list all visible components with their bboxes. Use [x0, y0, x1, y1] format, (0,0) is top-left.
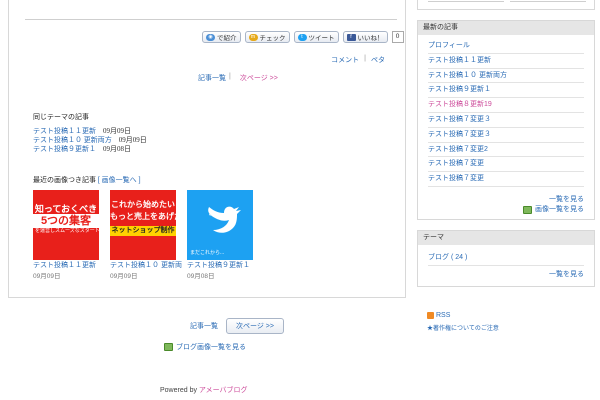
entry-date: 09月09日	[103, 127, 131, 135]
entry-date: 09月08日	[103, 145, 131, 153]
thumbnail-card[interactable]: これから始めたい もっと売上をあげた ネットショップ制作 テスト投稿１０ 更新両…	[110, 190, 182, 280]
list-item: テスト投稿１１更新 09月09日	[33, 127, 147, 136]
same-theme-heading: 同じテーマの記事	[33, 113, 89, 121]
main-content-panel: ◉ で紹介 m チェック t ツイート f いいね！ 0 コメント | ペタ 記…	[8, 0, 406, 298]
latest-articles-box: 最新の記事 プロフィール テスト投稿１１更新 テスト投稿１０ 更新両方 テスト投…	[417, 20, 595, 220]
thumbnail-overlay-sub: もっと売上をあげた	[110, 212, 176, 221]
entry-meta-links: コメント | ペタ	[331, 55, 385, 65]
check-icon: m	[248, 33, 258, 41]
divider	[510, 0, 586, 2]
latest-articles-links: 一覧を見る 画像一覧を見る	[418, 187, 594, 219]
sidebar-entry[interactable]: テスト投稿７変更３	[428, 113, 584, 128]
peta-link[interactable]: ペタ	[371, 55, 385, 65]
eye-icon: ◉	[206, 33, 215, 41]
ameba-blog-link[interactable]: アメーバブログ	[199, 387, 248, 394]
introduce-button[interactable]: ◉ で紹介	[202, 31, 241, 43]
recent-images-title: 最近の画像つき記事	[33, 176, 96, 184]
image-list-link[interactable]: [ 画像一覧へ ]	[98, 177, 141, 184]
thumbnail-caption[interactable]: テスト投稿１０ 更新両	[110, 262, 182, 270]
see-images-link[interactable]: 画像一覧を見る	[535, 205, 584, 215]
thumbnail-image[interactable]: まだこれから...	[187, 190, 253, 260]
powered-by: Powered by アメーバブログ	[160, 385, 248, 395]
theme-entry-link[interactable]: テスト投稿１０ 更新両方	[33, 136, 112, 145]
theme-entry-link[interactable]: テスト投稿１１更新	[33, 127, 96, 136]
thumbnail-date: 09月09日	[110, 273, 138, 280]
comment-link[interactable]: コメント	[331, 55, 359, 65]
sidebar-entry[interactable]: テスト投稿１１更新	[428, 54, 584, 69]
sidebar-entry[interactable]: テスト投稿７変更３	[428, 128, 584, 143]
rss-link[interactable]: RSS	[427, 312, 450, 319]
tweet-button[interactable]: t ツイート	[293, 31, 339, 43]
divider	[428, 0, 504, 2]
pager-bottom: 記事一覧 次ページ >>	[190, 318, 284, 334]
next-page-link[interactable]: 次ページ >>	[240, 73, 278, 83]
image-thumbnails: 知っておくべき 5つの集客 を運営しスムーズなスタートアッ テスト投稿１１更新 …	[33, 190, 253, 280]
twitter-bird-icon: t	[297, 33, 307, 41]
thumbnail-image[interactable]: これから始めたい もっと売上をあげた ネットショップ制作	[110, 190, 176, 260]
powered-prefix: Powered by	[160, 387, 197, 394]
theme-list: ブログ ( 24 )	[418, 245, 594, 266]
theme-entry-link[interactable]: テスト投稿９更新１	[33, 145, 96, 154]
recent-images-heading: 最近の画像つき記事 [ 画像一覧へ ]	[33, 175, 141, 185]
thumbnail-image[interactable]: 知っておくべき 5つの集客 を運営しスムーズなスタートアッ	[33, 190, 99, 260]
introduce-label: で紹介	[217, 35, 237, 42]
thumbnail-date: 09月08日	[187, 273, 215, 280]
thumbnail-overlay-band: ネットショップ制作	[110, 226, 176, 236]
thumbnail-card[interactable]: まだこれから... テスト投稿９更新１ 09月08日	[187, 190, 253, 280]
rss-icon	[427, 312, 434, 319]
image-list-row: 画像一覧を見る	[418, 205, 584, 215]
article-list-link[interactable]: 記事一覧	[190, 321, 218, 331]
thumbnail-date: 09月09日	[33, 273, 61, 280]
blog-images-link[interactable]: ブログ画像一覧を見る	[164, 342, 246, 352]
separator: |	[364, 55, 366, 62]
copyright-notice-link[interactable]: ★著作権についてのご注意	[427, 323, 499, 332]
share-bar: ◉ で紹介 m チェック t ツイート f いいね！ 0	[202, 31, 404, 43]
sidebar-entry[interactable]: テスト投稿７変更	[428, 157, 584, 173]
rss-label: RSS	[436, 312, 451, 319]
latest-articles-list: プロフィール テスト投稿１１更新 テスト投稿１０ 更新両方 テスト投稿９更新１ …	[418, 35, 594, 187]
blog-images-label[interactable]: ブログ画像一覧を見る	[176, 342, 246, 352]
picture-icon	[523, 205, 532, 214]
picture-icon	[164, 343, 173, 351]
theme-links: 一覧を見る	[418, 266, 594, 286]
like-count: 0	[391, 31, 404, 43]
check-button[interactable]: m チェック	[244, 31, 290, 43]
same-theme-list: テスト投稿１１更新 09月09日 テスト投稿１０ 更新両方 09月09日 テスト…	[33, 127, 147, 154]
sidebar-entry[interactable]: テスト投稿７変更	[428, 172, 584, 187]
thumbnail-card[interactable]: 知っておくべき 5つの集客 を運営しスムーズなスタートアッ テスト投稿１１更新 …	[33, 190, 99, 280]
entry-date: 09月09日	[118, 136, 147, 144]
separator: |	[229, 73, 231, 80]
sidebar-top-frame	[417, 0, 595, 10]
theme-heading: テーマ	[418, 231, 594, 245]
thumbnail-overlay-caption: まだこれから...	[190, 250, 225, 256]
see-list-link[interactable]: 一覧を見る	[418, 195, 584, 205]
pager-top: 記事一覧 | 次ページ >>	[198, 73, 278, 83]
sidebar-entry[interactable]: プロフィール	[428, 39, 584, 54]
sidebar-entry[interactable]: テスト投稿９更新１	[428, 83, 584, 99]
divider	[25, 19, 397, 20]
thumbnail-overlay-band: 5つの集客	[33, 214, 99, 228]
theme-entry[interactable]: ブログ ( 24 )	[428, 251, 584, 266]
theme-box: テーマ ブログ ( 24 ) 一覧を見る	[417, 230, 595, 287]
sidebar-entry[interactable]: テスト投稿８更新19	[428, 98, 584, 113]
tweet-label: ツイート	[308, 35, 335, 42]
article-list-link[interactable]: 記事一覧	[198, 73, 226, 83]
thumbnail-overlay-title: これから始めたい	[111, 200, 175, 209]
next-page-button[interactable]: 次ページ >>	[226, 318, 284, 334]
check-label: チェック	[259, 35, 286, 42]
sidebar-entry[interactable]: テスト投稿１０ 更新両方	[428, 69, 584, 84]
thumbnail-overlay-small: を運営しスムーズなスタートアッ	[35, 228, 99, 234]
list-item: テスト投稿９更新１ 09月08日	[33, 145, 147, 154]
like-button[interactable]: f いいね！	[342, 31, 388, 43]
latest-articles-heading: 最新の記事	[418, 21, 594, 35]
thumbnail-caption[interactable]: テスト投稿９更新１	[187, 262, 253, 270]
facebook-icon: f	[346, 33, 356, 41]
thumbnail-caption[interactable]: テスト投稿１１更新	[33, 262, 99, 270]
sidebar-entry[interactable]: テスト投稿７変更2	[428, 143, 584, 158]
see-list-link[interactable]: 一覧を見る	[418, 270, 584, 280]
like-label: いいね！	[357, 35, 384, 42]
list-item: テスト投稿１０ 更新両方 09月09日	[33, 136, 147, 145]
